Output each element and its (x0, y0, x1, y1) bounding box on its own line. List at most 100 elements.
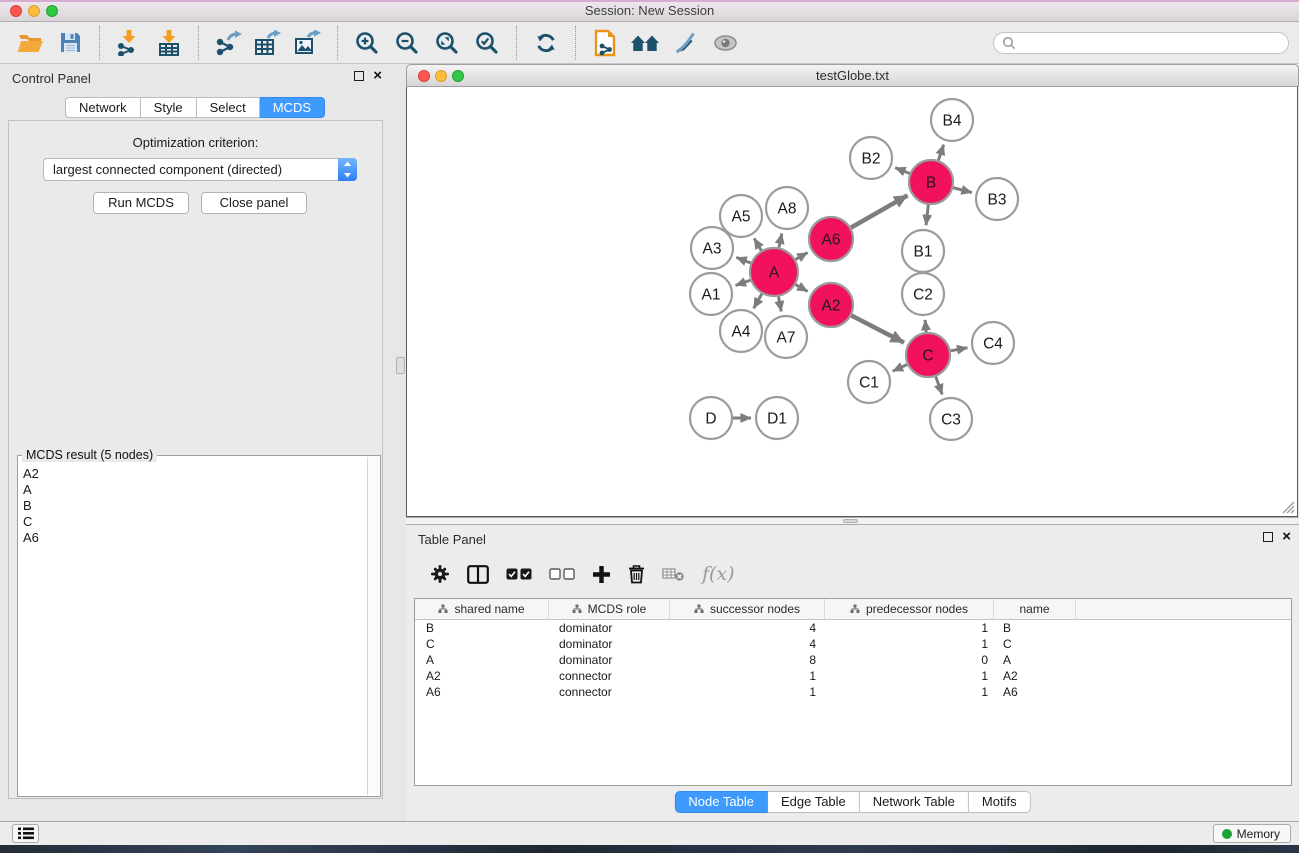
export-table-icon[interactable] (248, 25, 288, 61)
tab-mcds[interactable]: MCDS (260, 97, 325, 118)
delete-table-icon[interactable] (662, 567, 685, 581)
node-D1[interactable]: D1 (756, 397, 798, 439)
float-panel-icon[interactable] (354, 71, 364, 81)
edge-A6-B[interactable] (851, 195, 908, 227)
horizontal-split-handle[interactable] (843, 519, 858, 523)
edge-B-B2[interactable] (895, 168, 910, 174)
tab-network-table[interactable]: Network Table (860, 791, 969, 813)
result-item[interactable]: A (23, 482, 366, 498)
node-A5[interactable]: A5 (720, 195, 762, 237)
node-A[interactable]: A (750, 248, 798, 296)
result-item[interactable]: B (23, 498, 366, 514)
close-table-panel-icon[interactable]: × (1282, 531, 1291, 543)
close-window-button[interactable] (10, 5, 22, 17)
edge-C-C2[interactable] (925, 320, 926, 332)
minimize-window-button[interactable] (28, 5, 40, 17)
node-C3[interactable]: C3 (930, 398, 972, 440)
show-columns-icon[interactable] (467, 565, 489, 584)
edge-B-B3[interactable] (953, 188, 972, 193)
hide-graphics-details-icon[interactable] (665, 25, 705, 61)
close-network-button[interactable] (418, 70, 430, 82)
node-C2[interactable]: C2 (902, 273, 944, 315)
import-network-icon[interactable] (109, 25, 149, 61)
edge-C-C1[interactable] (893, 365, 907, 372)
mcds-result-list[interactable]: A2 A B C A6 (18, 460, 366, 796)
edge-A-A2[interactable] (796, 285, 808, 292)
select-all-rows-icon[interactable] (506, 568, 532, 580)
node-A7[interactable]: A7 (765, 316, 807, 358)
node-A2[interactable]: A2 (809, 283, 853, 327)
tab-select[interactable]: Select (197, 97, 260, 118)
node-A8[interactable]: A8 (766, 187, 808, 229)
resize-grip-icon[interactable] (1282, 501, 1295, 514)
node-D[interactable]: D (690, 397, 732, 439)
add-column-icon[interactable] (592, 565, 611, 584)
search-input[interactable] (1016, 36, 1280, 50)
network-from-file-icon[interactable] (585, 25, 625, 61)
edge-A2-C[interactable] (851, 316, 904, 343)
home-icon[interactable] (625, 25, 665, 61)
node-A3[interactable]: A3 (691, 227, 733, 269)
vertical-split-handle[interactable] (396, 357, 405, 374)
run-mcds-button[interactable]: Run MCDS (93, 192, 189, 214)
zoom-window-button[interactable] (46, 5, 58, 17)
node-A4[interactable]: A4 (720, 310, 762, 352)
edge-A-A7[interactable] (779, 297, 782, 312)
edge-A-A8[interactable] (779, 233, 782, 247)
deselect-all-rows-icon[interactable] (549, 568, 575, 580)
table-row[interactable]: A dominator 8 0 A (415, 652, 1291, 668)
result-item[interactable]: A6 (23, 530, 366, 546)
table-row[interactable]: A2 connector 1 1 A2 (415, 668, 1291, 684)
edge-A-A5[interactable] (754, 238, 761, 250)
zoom-fit-icon[interactable] (427, 25, 467, 61)
table-row[interactable]: B dominator 4 1 B (415, 620, 1291, 636)
task-history-button[interactable] (12, 824, 39, 843)
export-network-icon[interactable] (208, 25, 248, 61)
minimize-network-button[interactable] (435, 70, 447, 82)
node-B2[interactable]: B2 (850, 137, 892, 179)
node-C[interactable]: C (906, 333, 950, 377)
node-B4[interactable]: B4 (931, 99, 973, 141)
edge-C-C4[interactable] (951, 348, 968, 351)
delete-column-icon[interactable] (628, 564, 645, 584)
result-item[interactable]: A2 (23, 466, 366, 482)
zoom-in-icon[interactable] (347, 25, 387, 61)
table-row[interactable]: A6 connector 1 1 A6 (415, 684, 1291, 700)
network-window-titlebar[interactable]: testGlobe.txt (406, 64, 1299, 87)
edge-B-B4[interactable] (938, 145, 943, 161)
function-builder-icon[interactable]: f(x) (702, 563, 735, 585)
import-table-icon[interactable] (149, 25, 189, 61)
refresh-view-icon[interactable] (526, 25, 566, 61)
export-image-icon[interactable] (288, 25, 328, 61)
zoom-selected-icon[interactable] (467, 25, 507, 61)
tab-motifs[interactable]: Motifs (969, 791, 1031, 813)
table-options-gear-icon[interactable] (430, 564, 450, 584)
column-header-successor-nodes[interactable]: successor nodes (670, 599, 825, 619)
float-table-panel-icon[interactable] (1263, 532, 1273, 542)
tab-style[interactable]: Style (141, 97, 197, 118)
edge-A-A1[interactable] (736, 280, 751, 285)
column-header-name[interactable]: name (994, 599, 1076, 619)
node-C4[interactable]: C4 (972, 322, 1014, 364)
column-header-mcds-role[interactable]: MCDS role (549, 599, 670, 619)
horizontal-splitter[interactable] (406, 517, 1299, 525)
node-B3[interactable]: B3 (976, 178, 1018, 220)
memory-button[interactable]: Memory (1213, 824, 1291, 843)
save-session-icon[interactable] (50, 25, 90, 61)
column-header-predecessor-nodes[interactable]: predecessor nodes (825, 599, 994, 619)
zoom-out-icon[interactable] (387, 25, 427, 61)
edge-A-A6[interactable] (796, 253, 808, 260)
node-B1[interactable]: B1 (902, 230, 944, 272)
result-item[interactable]: C (23, 514, 366, 530)
show-graphics-details-icon[interactable] (705, 25, 745, 61)
open-file-icon[interactable] (10, 25, 50, 61)
criterion-dropdown[interactable]: largest connected component (directed) (43, 158, 357, 181)
close-panel-icon[interactable]: × (373, 70, 382, 82)
node-C1[interactable]: C1 (848, 361, 890, 403)
edge-A-A3[interactable] (736, 257, 750, 263)
close-panel-button[interactable]: Close panel (201, 192, 307, 214)
edge-A-A4[interactable] (754, 294, 762, 308)
zoom-network-button[interactable] (452, 70, 464, 82)
edge-C-C3[interactable] (936, 377, 942, 395)
node-B[interactable]: B (909, 160, 953, 204)
